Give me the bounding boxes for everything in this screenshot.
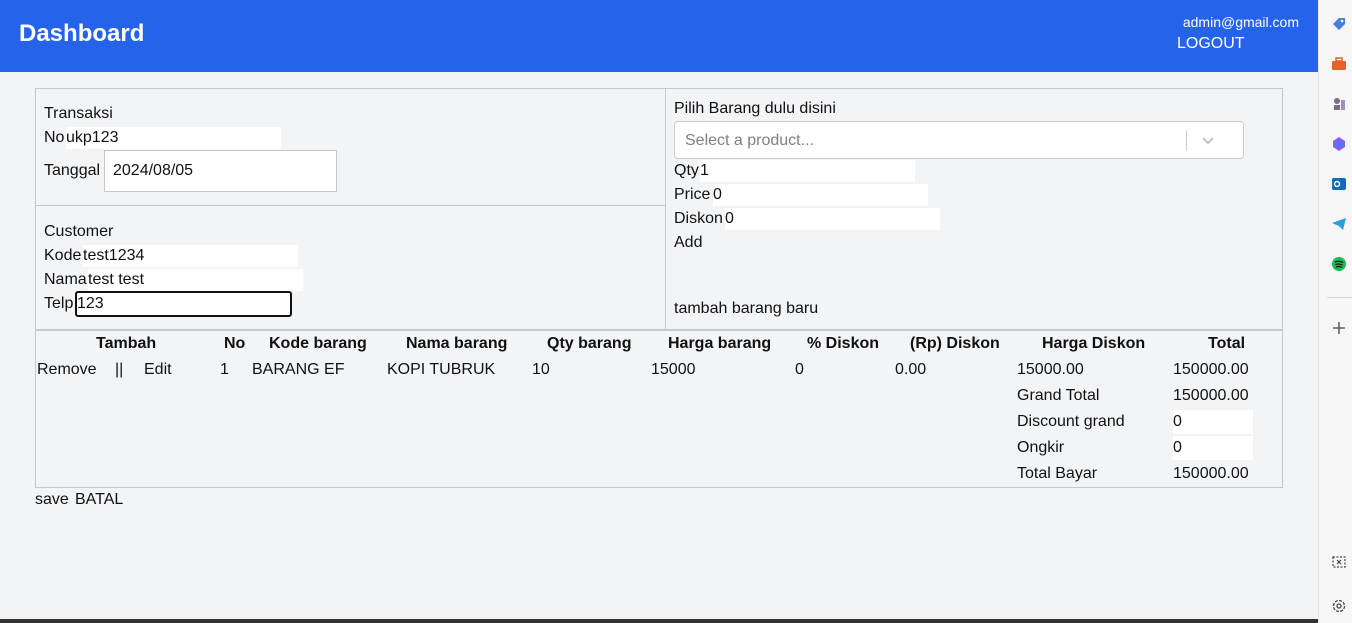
taskbar-edge [0, 619, 1318, 623]
remove-button[interactable]: Remove [37, 361, 97, 379]
price-input[interactable] [713, 184, 928, 206]
date-label: Tanggal [44, 162, 101, 179]
col-tambah: Tambah [96, 335, 157, 352]
panel-divider-table [36, 329, 1282, 331]
transaction-section-label: Transaksi [44, 105, 113, 122]
product-select-placeholder: Select a product... [685, 132, 814, 149]
plus-icon[interactable] [1331, 320, 1347, 336]
date-input[interactable] [104, 150, 337, 192]
select-divider [1186, 130, 1187, 151]
customer-section-label: Customer [44, 223, 114, 240]
logout-button[interactable]: LOGOUT [1177, 35, 1245, 53]
kode-input[interactable] [83, 245, 298, 267]
tag-icon[interactable] [1331, 16, 1347, 32]
panel-divider-left [36, 205, 666, 206]
no-label: No [44, 129, 65, 146]
sidebar-separator [1327, 297, 1352, 298]
nama-input[interactable] [88, 269, 303, 291]
col-harga: Harga barang [668, 335, 772, 352]
copilot-icon[interactable] [1331, 136, 1347, 152]
product-section-label: Pilih Barang dulu disini [674, 100, 836, 117]
col-kode: Kode barang [269, 335, 367, 352]
qty-label: Qty [674, 162, 699, 179]
new-item-link[interactable]: tambah barang baru [674, 300, 818, 318]
col-no: No [224, 335, 246, 352]
total-bayar-label: Total Bayar [1017, 465, 1098, 482]
col-diskon-pct: % Diskon [807, 335, 880, 352]
row-nama: KOPI TUBRUK [387, 361, 496, 378]
ongkir-input[interactable] [1173, 436, 1253, 460]
col-harga-diskon: Harga Diskon [1042, 335, 1146, 352]
no-input[interactable] [66, 127, 281, 149]
spotify-icon[interactable] [1331, 256, 1347, 272]
diskon-label: Diskon [674, 210, 723, 227]
screenshot-icon[interactable] [1331, 554, 1347, 570]
kode-label: Kode [44, 247, 82, 264]
add-button[interactable]: Add [674, 234, 702, 252]
save-button[interactable]: save [35, 491, 69, 509]
ongkir-label: Ongkir [1017, 439, 1065, 456]
row-diskon-rp: 0.00 [895, 361, 927, 378]
panel-divider-vertical [665, 88, 666, 329]
product-select[interactable]: Select a product... [674, 121, 1244, 159]
col-nama: Nama barang [406, 335, 508, 352]
settings-icon[interactable] [1331, 598, 1347, 614]
row-harga: 15000 [651, 361, 696, 378]
chess-icon[interactable] [1331, 96, 1347, 112]
price-label: Price [674, 186, 711, 203]
row-diskon-pct: 0 [795, 361, 804, 378]
outlook-icon[interactable] [1331, 176, 1347, 192]
telp-label: Telp [44, 295, 74, 312]
cancel-button[interactable]: BATAL [75, 491, 123, 509]
telegram-icon[interactable] [1331, 216, 1347, 232]
row-qty: 10 [532, 361, 550, 378]
browser-sidebar [1318, 0, 1352, 623]
row-no: 1 [220, 361, 229, 378]
briefcase-icon[interactable] [1331, 56, 1347, 72]
row-kode: BARANG EF [252, 361, 345, 378]
row-harga-diskon: 15000.00 [1017, 361, 1084, 378]
col-qty: Qty barang [547, 335, 632, 352]
total-bayar-value: 150000.00 [1173, 465, 1249, 482]
header-bar: Dashboard admin@gmail.com LOGOUT [0, 0, 1318, 72]
discount-grand-label: Discount grand [1017, 413, 1125, 430]
row-separator: || [115, 361, 124, 378]
col-diskon-rp: (Rp) Diskon [910, 335, 1000, 352]
row-total: 150000.00 [1173, 361, 1249, 378]
grand-total-value: 150000.00 [1173, 387, 1249, 404]
diskon-input[interactable] [725, 208, 940, 230]
grand-total-label: Grand Total [1017, 387, 1100, 404]
telp-input[interactable] [75, 291, 292, 317]
edit-button[interactable]: Edit [144, 361, 172, 379]
qty-input[interactable] [700, 160, 915, 182]
discount-grand-input[interactable] [1173, 410, 1253, 434]
col-total: Total [1208, 335, 1246, 352]
nama-label: Nama [44, 271, 87, 288]
user-email: admin@gmail.com [1182, 14, 1299, 30]
page-title: Dashboard [19, 20, 145, 47]
chevron-down-icon[interactable] [1198, 132, 1218, 150]
